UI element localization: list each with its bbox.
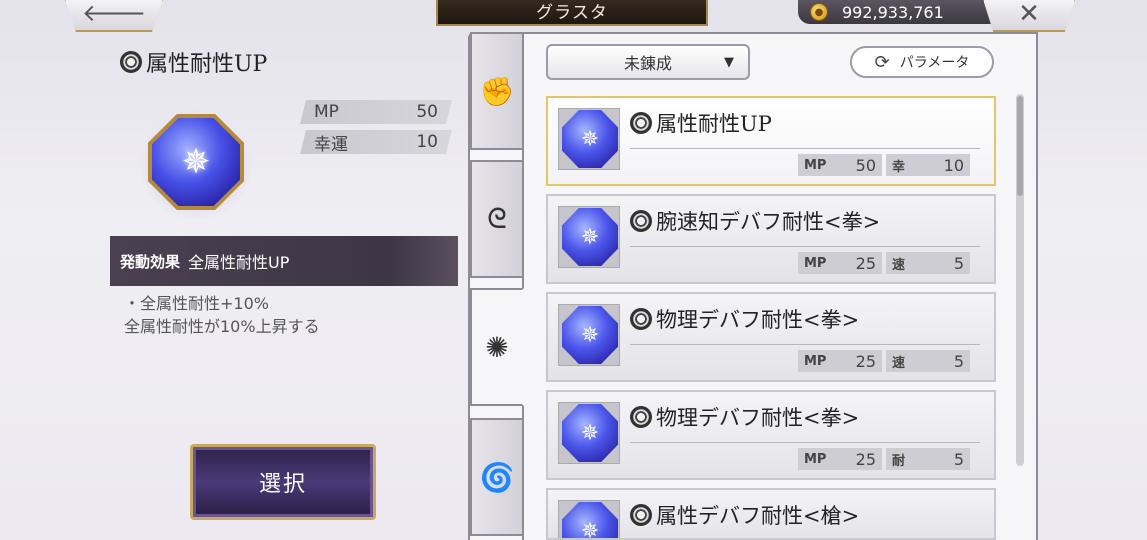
stat-key: MP [804,157,827,173]
stat-value: 25 [855,351,876,371]
item-name-text: 物理デバフ耐性<拳> [656,308,860,332]
stat-key: 速 [892,257,906,273]
stat-chip: MP 50 [798,154,882,176]
select-button[interactable]: 選択 [190,444,376,520]
item-stats: MP 25 速5 [798,252,970,274]
tab-seal[interactable]: ✺ [470,288,524,406]
item-name: 物理デバフ耐性<拳> [630,402,859,432]
refresh-icon: ⟳ [874,51,890,73]
close-button[interactable]: ✕ [982,0,1076,32]
grasta-large-image: ✵ [126,96,276,226]
stat-key: 幸運 [314,134,348,155]
stat-value: 5 [953,253,964,273]
item-name-text: 腕速知デバフ耐性<拳> [656,210,881,234]
swirl-icon: ᘓ [487,202,507,235]
item-name-text: 属性デバフ耐性<槍> [656,504,860,528]
list-item[interactable]: ✵ 物理デバフ耐性<拳> MP 25 耐5 [546,390,996,480]
seal-icon [630,504,652,526]
gem-icon: ✵ [562,404,618,462]
filter-value: 未錬成 [623,54,672,73]
list-item[interactable]: ✵ 属性デバフ耐性<槍> [546,488,996,540]
effect-bar: 発動効果 全属性耐性UP [110,236,458,286]
divider [630,148,980,149]
item-stats: MP 25 速5 [798,350,970,372]
stat-value: 50 [416,102,438,122]
detail-stat-luck: 幸運 10 [300,130,452,154]
seal-icon: ✺ [485,330,509,364]
tab-divider [522,32,524,540]
detail-title: 属性耐性UP [120,46,267,78]
seal-icon [630,308,652,330]
stat-value: 50 [855,155,876,175]
stat-value: 5 [953,449,964,469]
seal-icon [120,51,142,73]
gem-icon: ✵ [562,306,618,364]
stat-chip: MP 25 [798,350,882,372]
stat-value: 10 [943,155,964,175]
detail-title-text: 属性耐性UP [146,52,268,77]
effect-desc-line: ・全属性耐性+10% [124,294,269,313]
effect-label: 発動効果 [120,252,181,271]
list-item[interactable]: ✵ 物理デバフ耐性<拳> MP 25 速5 [546,292,996,382]
fist-icon: ✊ [479,74,515,108]
coin-amount: 992,933,761 [842,2,944,22]
tab-swirl[interactable]: ᘓ [470,160,522,278]
scrollbar-thumb[interactable] [1017,96,1023,196]
stat-chip: MP 25 [798,448,882,470]
stat-key: MP [804,451,827,467]
list-item[interactable]: ✵ 腕速知デバフ耐性<拳> MP 25 速5 [546,194,996,284]
item-name-text: 属性耐性UP [656,112,772,136]
seal-icon [630,406,652,428]
list-item[interactable]: ✵ 属性耐性UP MP 50 幸 10 [546,96,996,186]
effect-desc-line: 全属性耐性が10%上昇する [124,317,320,336]
back-button[interactable]: 🡐 [64,0,164,32]
coin-balance: ● 992,933,761 [798,0,998,24]
tab-fist[interactable]: ✊ [470,32,522,150]
screen-title: グラスタ [436,0,708,26]
parameter-label: パラメータ [899,55,970,71]
effect-description: ・全属性耐性+10% 全属性耐性が10%上昇する [124,292,320,338]
tab-spiral[interactable]: 🌀 [470,418,522,536]
stat-chip: MP 25 [798,252,882,274]
coin-icon: ● [810,3,828,21]
stat-key: 耐 [892,453,906,469]
stat-value: 25 [855,449,876,469]
stat-key: MP [804,353,827,369]
stat-key: 速 [892,355,906,371]
seal-icon [630,112,652,134]
item-name: 腕速知デバフ耐性<拳> [630,206,880,236]
close-icon: ✕ [1018,0,1040,29]
caret-down-icon: ▼ [724,54,734,70]
stat-chip: 耐5 [886,448,970,470]
back-arrow-icon: 🡐 [81,0,147,27]
gem-icon: ✵ [562,208,618,266]
stat-chip: 速5 [886,350,970,372]
compass-icon: ✵ [181,142,211,182]
item-name-text: 物理デバフ耐性<拳> [656,406,860,430]
stat-value: 5 [953,351,964,371]
parameter-button[interactable]: ⟳ パラメータ [850,46,994,78]
stat-key: 幸 [892,159,906,175]
item-name: 物理デバフ耐性<拳> [630,304,859,334]
gem-icon: ✵ [562,110,618,168]
item-stats: MP 25 耐5 [798,448,970,470]
filter-dropdown[interactable]: 未錬成 ▼ [546,44,750,80]
spiral-icon: 🌀 [479,460,515,494]
effect-value: 全属性耐性UP [188,253,290,272]
divider [630,246,980,247]
stat-chip: 幸 10 [886,154,970,176]
stat-value: 25 [855,253,876,273]
stat-key: MP [804,255,827,271]
divider [630,344,980,345]
stat-chip: 速5 [886,252,970,274]
seal-icon [630,210,652,232]
divider [630,442,980,443]
item-name: 属性デバフ耐性<槍> [630,500,859,530]
stat-key: MP [314,102,339,122]
detail-stat-mp: MP 50 [300,100,452,124]
item-name: 属性耐性UP [630,108,772,138]
stat-value: 10 [416,132,438,152]
item-stats: MP 50 幸 10 [798,154,970,176]
